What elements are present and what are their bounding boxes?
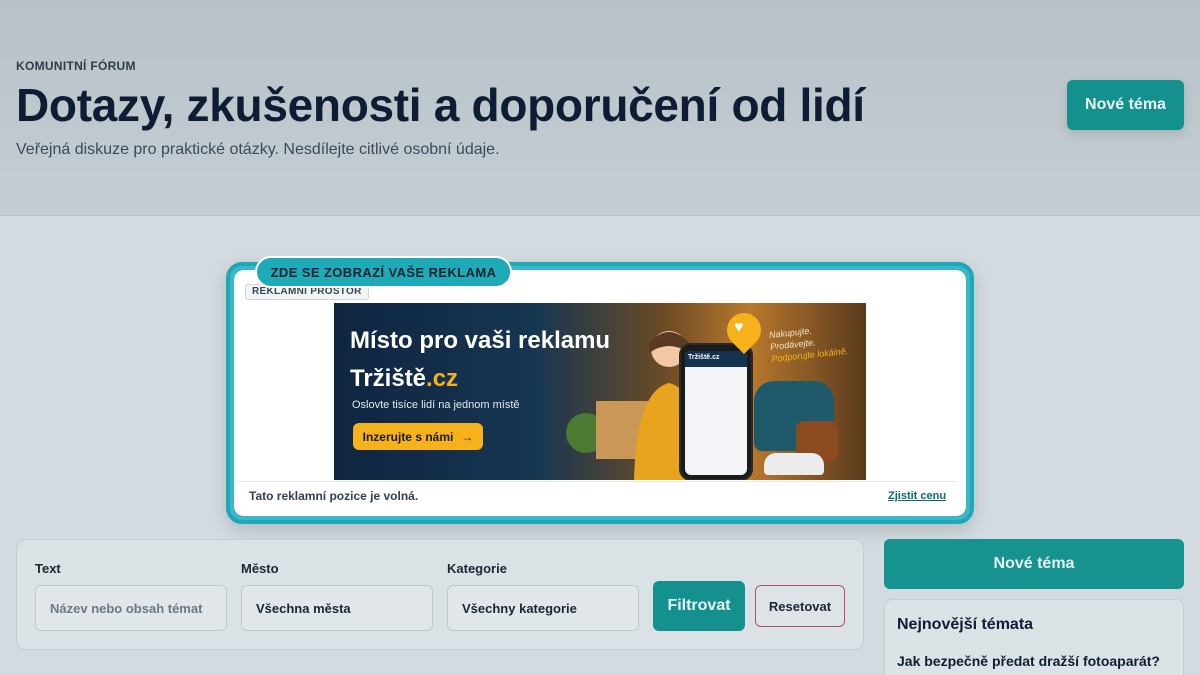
brand-tld: .cz: [426, 365, 459, 392]
new-topic-button[interactable]: Nové téma: [1067, 80, 1184, 130]
sidebar-new-topic-button[interactable]: Nové téma: [884, 539, 1184, 589]
ad-price-link[interactable]: Zjistit cenu: [888, 490, 946, 502]
ad-banner-image[interactable]: Tržiště.cz ♥ Nakupujte. Prodávejte. Podp…: [334, 303, 866, 480]
phone-screen: Tržiště.cz: [685, 351, 747, 475]
section-eyebrow: KOMUNITNÍ FÓRUM: [16, 59, 136, 73]
filter-button[interactable]: Filtrovat: [653, 581, 745, 631]
category-filter-label: Kategorie: [447, 561, 507, 576]
city-select[interactable]: Všechna města: [241, 585, 433, 631]
latest-topic-link[interactable]: Jak bezpečně předat dražší fotoaparát?: [897, 653, 1160, 669]
heart-icon: ♥: [734, 319, 744, 336]
ad-divider: [237, 481, 957, 482]
category-select[interactable]: Všechny kategorie: [447, 585, 639, 631]
banner-headline: Místo pro vaši reklamu: [350, 327, 611, 354]
shoe-illustration: [764, 453, 824, 475]
ad-free-text: Tato reklamní pozice je volná.: [249, 489, 419, 503]
banner-script-text: Nakupujte. Prodávejte. Podporujte lokáln…: [768, 321, 848, 365]
phone-illustration: Tržiště.cz: [679, 343, 753, 480]
page-subtitle: Veřejná diskuze pro praktické otázky. Ne…: [16, 141, 500, 158]
page-title: Dotazy, zkušenosti a doporučení od lidí: [16, 79, 865, 131]
city-filter-label: Město: [241, 561, 279, 576]
brand-name: Tržiště: [350, 365, 427, 392]
banner-subline: Oslovte tisíce lidí na jednom místě: [352, 399, 520, 411]
ad-placement-pill: ZDE SE ZOBRAZÍ VAŠE REKLAMA: [255, 256, 512, 288]
reset-button[interactable]: Resetovat: [755, 585, 845, 627]
phone-app-bar: Tržiště.cz: [685, 351, 747, 367]
text-search-input[interactable]: Název nebo obsah témat: [35, 585, 227, 631]
text-filter-label: Text: [35, 561, 61, 576]
banner-brand: Tržiště.cz: [350, 365, 458, 393]
banner-cta-label: Inzerujte s námi: [362, 429, 454, 444]
arrow-right-icon: →: [461, 429, 474, 444]
banner-cta-button[interactable]: Inzerujte s námi →: [353, 423, 483, 450]
latest-topics-title: Nejnovější témata: [897, 616, 1034, 633]
